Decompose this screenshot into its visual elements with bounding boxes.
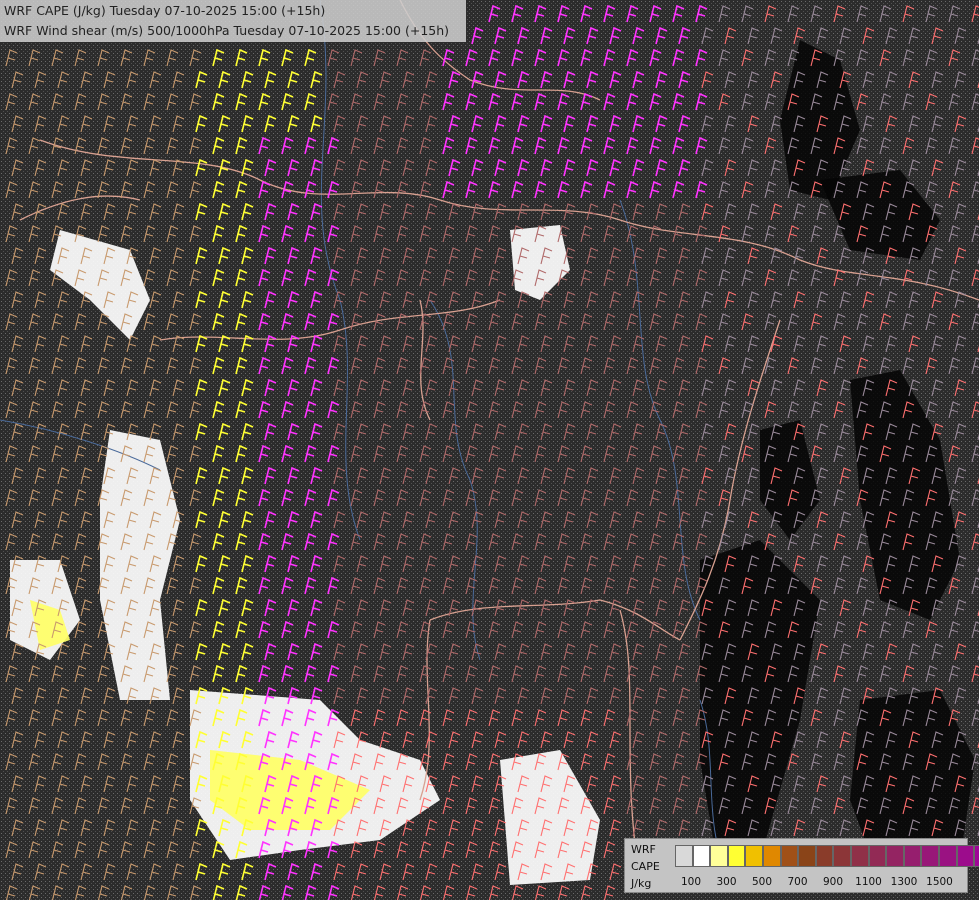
legend-model-label: WRF	[631, 843, 656, 856]
cape-legend: WRF CAPE J/kg 100 300 500 700 900 1100 1300 150…	[624, 838, 979, 893]
legend-swatch	[921, 845, 939, 867]
legend-swatch	[956, 845, 975, 867]
map-title-box: WRF CAPE (J/kg) Tuesday 07-10-2025 15:00…	[0, 0, 466, 42]
cape-title: WRF CAPE (J/kg) Tuesday 07-10-2025 15:00…	[4, 3, 326, 18]
legend-swatch	[780, 845, 799, 867]
legend-swatch	[727, 845, 746, 867]
legend-swatch	[868, 845, 887, 867]
legend-tick-label: 100	[680, 876, 702, 888]
legend-swatch	[762, 845, 781, 867]
legend-swatch	[798, 845, 816, 867]
legend-swatches	[675, 845, 979, 867]
legend-tick-label: 500	[751, 876, 773, 888]
legend-swatch	[692, 845, 711, 867]
legend-swatch	[675, 845, 693, 867]
legend-tick-label: 300	[716, 876, 737, 888]
legend-tick-label: 900	[822, 876, 844, 888]
map-canvas	[0, 0, 979, 900]
legend-swatch	[745, 845, 763, 867]
legend-unit-label: J/kg	[631, 877, 652, 890]
map-view: WRF CAPE (J/kg) Tuesday 07-10-2025 15:00…	[0, 0, 979, 900]
legend-tick-label: 1300	[890, 876, 918, 888]
legend-field-label: CAPE	[631, 860, 660, 873]
legend-swatch	[710, 845, 728, 867]
legend-tick-label: 700	[787, 876, 808, 888]
legend-tick-label: 1500	[926, 876, 953, 888]
legend-swatch	[815, 845, 834, 867]
legend-swatch	[903, 845, 922, 867]
legend-swatch	[886, 845, 904, 867]
legend-swatch	[938, 845, 957, 867]
shear-title: WRF Wind shear (m/s) 500/1000hPa Tuesday…	[4, 23, 450, 38]
legend-swatch	[974, 845, 979, 867]
legend-swatch	[850, 845, 869, 867]
legend-tick-label: 1100	[855, 876, 882, 888]
legend-swatch	[833, 845, 851, 867]
